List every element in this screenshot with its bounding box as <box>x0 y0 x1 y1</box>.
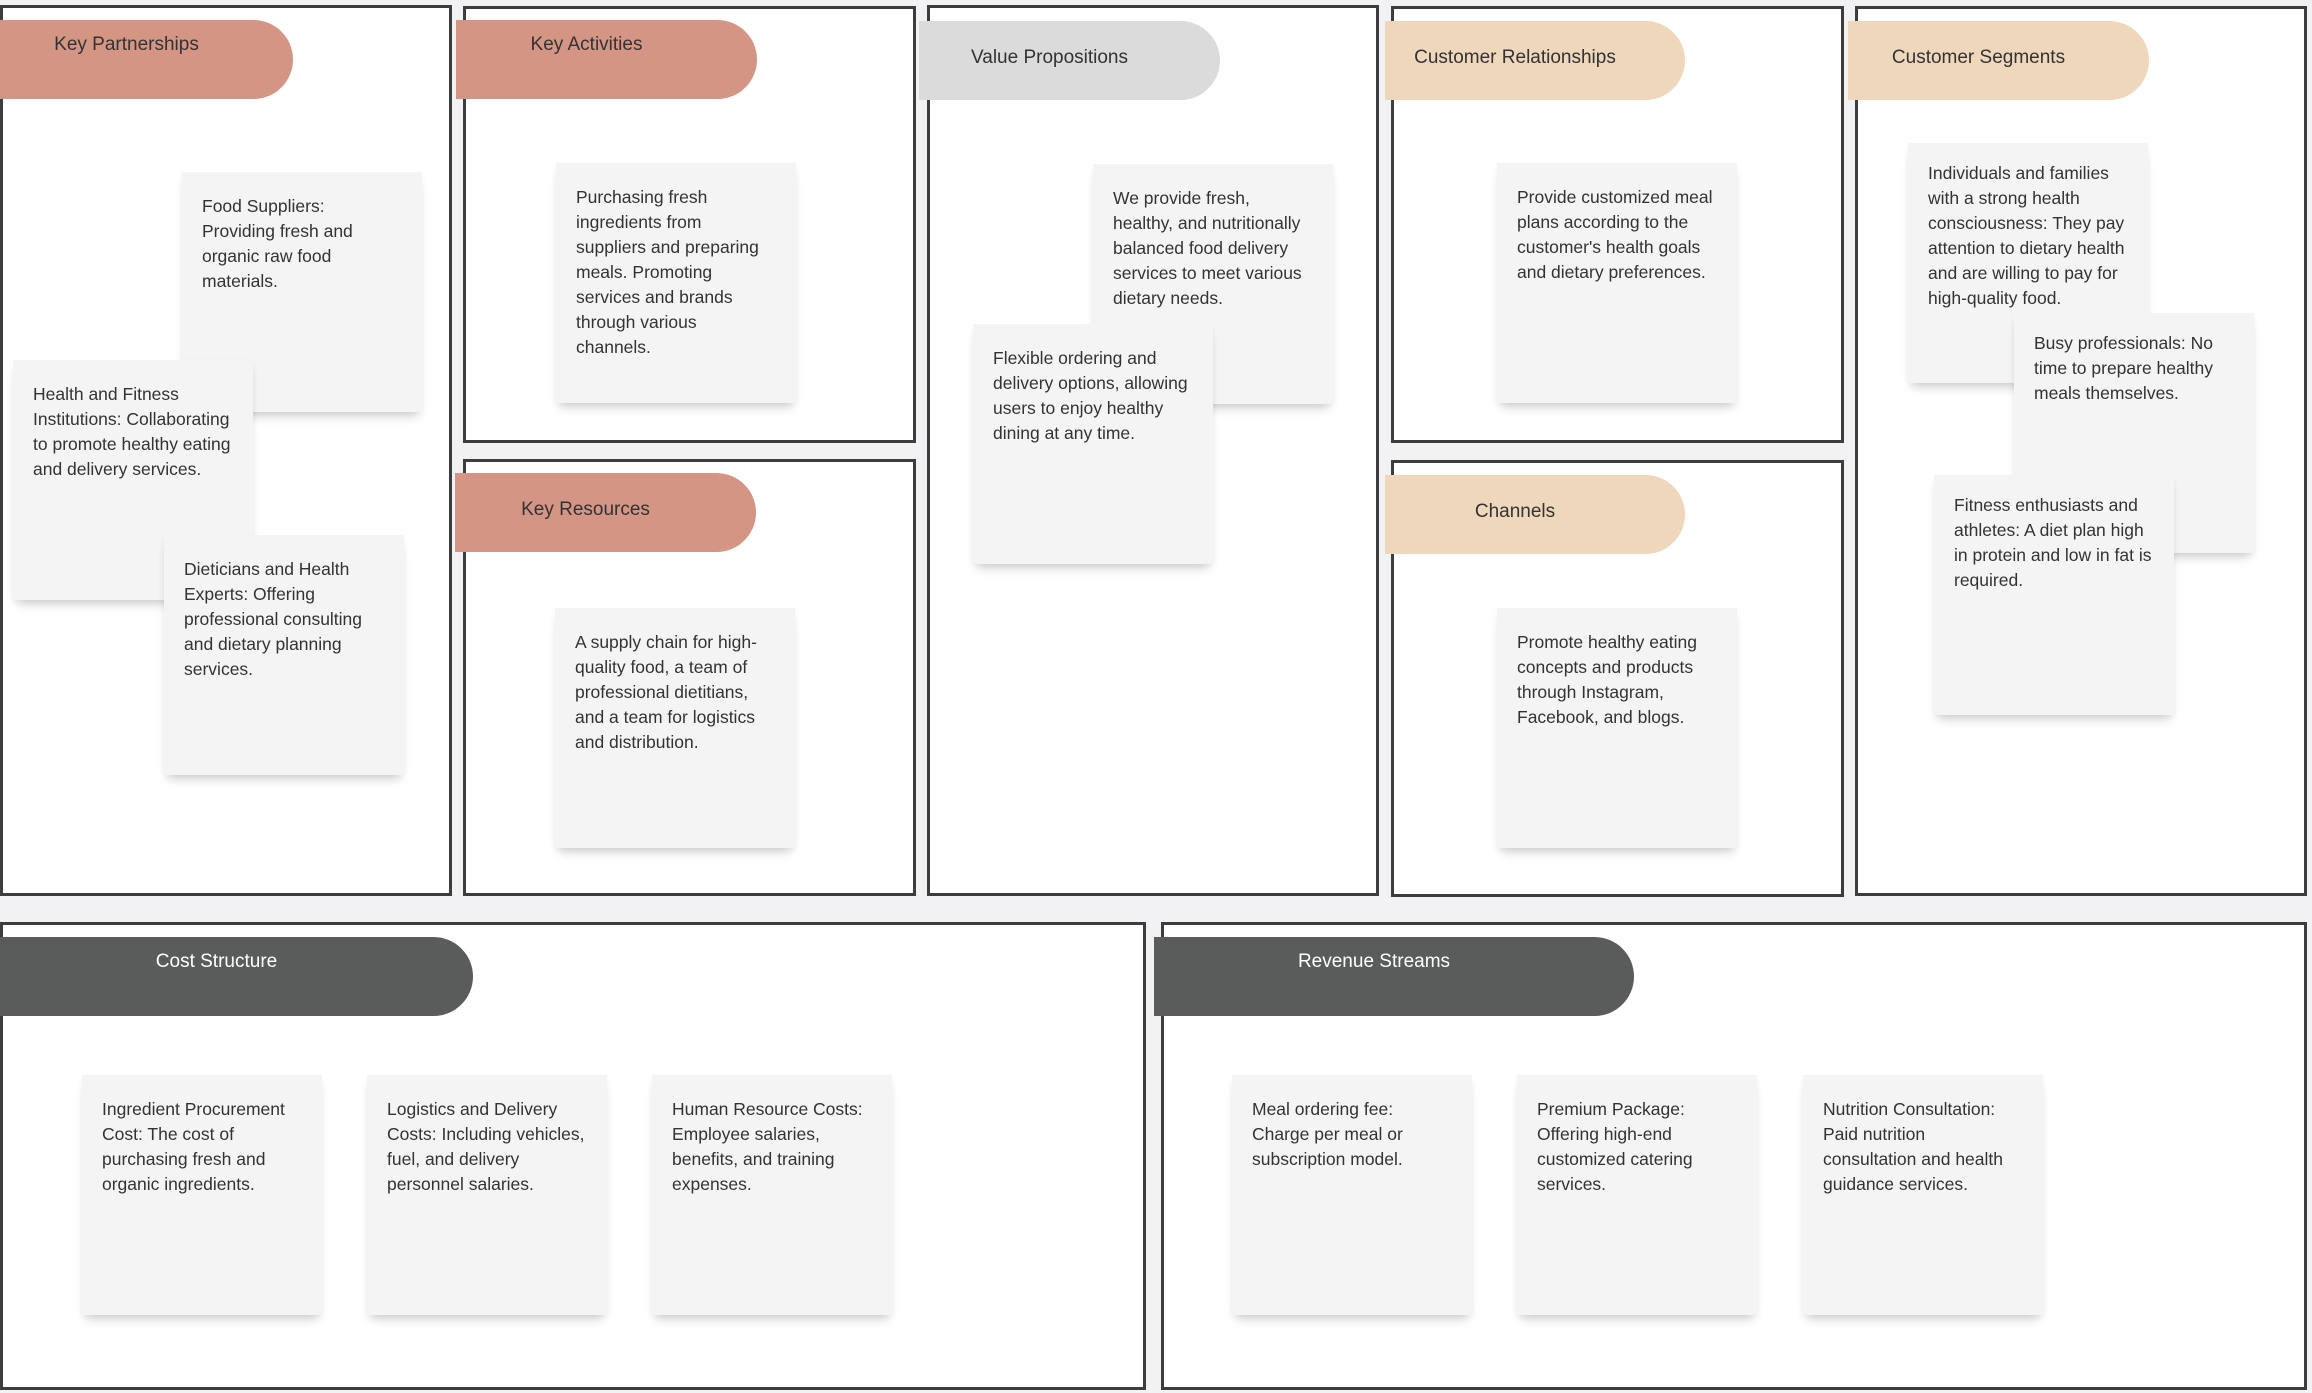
key-resources-title: Key Resources <box>521 499 650 520</box>
customer-segments-note[interactable]: Fitness enthusiasts and athletes: A diet… <box>1934 475 2174 715</box>
key-activities-title: Key Activities <box>530 34 643 55</box>
revenue-streams-note[interactable]: Premium Package: Offering high-end custo… <box>1517 1075 1757 1315</box>
channels-note[interactable]: Promote healthy eating concepts and prod… <box>1497 608 1737 848</box>
key-resources-header: Key Resources <box>455 473 756 552</box>
channels-header: Channels <box>1385 475 1685 554</box>
channels-title: Channels <box>1474 501 1556 522</box>
customer-relationships-header: Customer Relationships <box>1385 21 1685 100</box>
cost-structure-header: Cost Structure <box>0 937 473 1016</box>
cost-structure-note[interactable]: Logistics and Delivery Costs: Including … <box>367 1075 607 1315</box>
revenue-streams-header: Revenue Streams <box>1154 937 1634 1016</box>
key-partnerships-title: Key Partnerships <box>54 34 199 55</box>
key-partnerships-header: Key Partnerships <box>0 20 293 99</box>
revenue-streams-title: Revenue Streams <box>1297 951 1451 972</box>
value-propositions-header: Value Propositions <box>919 21 1220 100</box>
key-partnerships-note[interactable]: Dieticians and Health Experts: Offering … <box>164 535 404 775</box>
cost-structure-note[interactable]: Ingredient Procurement Cost: The cost of… <box>82 1075 322 1315</box>
revenue-streams-note[interactable]: Nutrition Consultation: Paid nutrition c… <box>1803 1075 2043 1315</box>
cost-structure-note[interactable]: Human Resource Costs: Employee salaries,… <box>652 1075 892 1315</box>
key-activities-header: Key Activities <box>456 20 757 99</box>
value-propositions-title: Value Propositions <box>970 47 1129 68</box>
customer-relationships-title: Customer Relationships <box>1414 47 1616 68</box>
cost-structure-title: Cost Structure <box>155 951 278 972</box>
customer-segments-header: Customer Segments <box>1848 21 2149 100</box>
value-propositions-note[interactable]: Flexible ordering and delivery options, … <box>973 324 1213 564</box>
customer-relationships-note[interactable]: Provide customized meal plans according … <box>1497 163 1737 403</box>
key-resources-note[interactable]: A supply chain for high-quality food, a … <box>555 608 795 848</box>
customer-segments-title: Customer Segments <box>1891 47 2066 68</box>
revenue-streams-note[interactable]: Meal ordering fee: Charge per meal or su… <box>1232 1075 1472 1315</box>
key-activities-note[interactable]: Purchasing fresh ingredients from suppli… <box>556 163 796 403</box>
